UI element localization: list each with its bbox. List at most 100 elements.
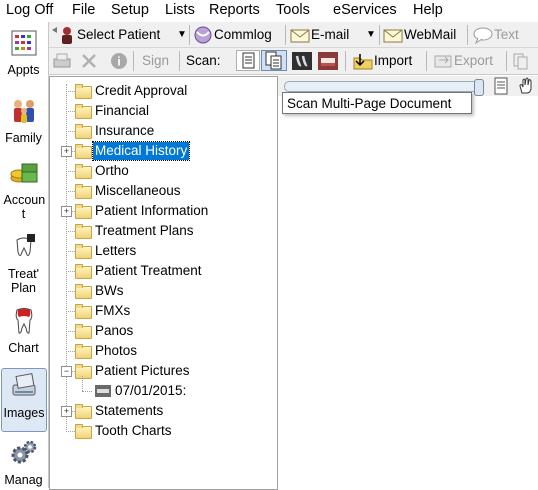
patient-icon: [52, 27, 72, 45]
photo-icon: [318, 52, 338, 71]
commlog-icon: [194, 26, 212, 44]
menu-bar: Log Off File Setup Lists Reports Tools e…: [0, 0, 538, 22]
tree-folder-item[interactable]: BWs: [50, 282, 275, 300]
separator: [467, 25, 468, 45]
folder-icon: [75, 364, 92, 379]
select-patient-label: Select Patient: [77, 27, 161, 42]
printer-icon: [53, 53, 71, 68]
tree-folder-item[interactable]: Financial: [50, 102, 275, 120]
select-patient-button[interactable]: Select Patient: [51, 24, 160, 45]
envelope-icon: [290, 29, 310, 43]
tree-connector: [82, 391, 92, 392]
zoom-slider-handle[interactable]: [474, 79, 484, 96]
tree-folder-item[interactable]: Miscellaneous: [50, 182, 275, 200]
tree-folder-item[interactable]: Letters: [50, 242, 275, 260]
folder-icon: [75, 284, 92, 299]
tree-item-label: Panos: [95, 323, 134, 338]
module-appts[interactable]: Appts: [0, 28, 47, 77]
tree-item-label: Insurance: [95, 123, 155, 138]
pan-button[interactable]: [516, 77, 536, 98]
view-document-button[interactable]: [492, 77, 510, 98]
image-thumbnail-icon: [95, 385, 111, 397]
expand-icon[interactable]: +: [61, 406, 72, 417]
folder-tree[interactable]: Credit Approval Financial Insurance + Medica…: [49, 76, 278, 490]
scan-multi-page-button[interactable]: [261, 50, 287, 71]
module-treat-plan[interactable]: Treat' Plan: [0, 232, 47, 295]
scan-xray-button[interactable]: [291, 50, 313, 71]
folder-icon: [75, 424, 92, 439]
menu-file[interactable]: File: [72, 2, 95, 18]
tooltip: Scan Multi-Page Document: [282, 92, 472, 114]
images-toolbar: i Sign Scan: Import Export: [49, 48, 538, 75]
tree-folder-item[interactable]: Photos: [50, 342, 275, 360]
tree-folder-item[interactable]: Tooth Charts: [50, 422, 275, 440]
separator: [133, 51, 134, 71]
tree-connector: [82, 376, 83, 391]
scan-document-button[interactable]: [236, 50, 260, 71]
tooth-icon: [15, 308, 32, 334]
tree-child-item[interactable]: 07/01/2015:: [50, 376, 275, 400]
tree-folder-item[interactable]: + Medical History: [50, 141, 275, 161]
info-button[interactable]: i: [109, 50, 129, 71]
commlog-button[interactable]: Commlog: [192, 24, 272, 45]
expand-icon[interactable]: +: [61, 146, 72, 157]
multi-page-icon: [265, 51, 282, 70]
module-label: Accoun t: [3, 193, 46, 221]
copy-button[interactable]: [511, 50, 531, 71]
delete-x-icon: [82, 54, 96, 69]
email-label: E-mail: [311, 27, 350, 42]
module-label: Family: [5, 131, 42, 145]
expand-icon[interactable]: +: [61, 206, 72, 217]
module-manage[interactable]: Manag: [0, 438, 47, 487]
menu-eservices[interactable]: eServices: [333, 2, 397, 18]
webmail-label: WebMail: [404, 27, 457, 42]
export-button[interactable]: Export: [432, 50, 493, 71]
delete-button[interactable]: [79, 50, 99, 71]
tree-folder-item[interactable]: Patient Treatment: [50, 262, 275, 280]
tree-folder-item[interactable]: FMXs: [50, 302, 275, 320]
collapse-icon[interactable]: −: [61, 366, 72, 377]
tree-folder-item[interactable]: + Statements: [50, 402, 275, 420]
treatment-plan-icon: [15, 234, 35, 256]
module-account[interactable]: Accoun t: [0, 158, 47, 221]
tree-folder-item[interactable]: Treatment Plans: [50, 222, 275, 240]
tree-folder-item[interactable]: Panos: [50, 322, 275, 340]
menu-reports[interactable]: Reports: [209, 2, 260, 18]
folder-icon: [75, 344, 92, 359]
tree-folder-item[interactable]: − Patient Pictures: [50, 362, 275, 380]
module-images[interactable]: Images: [1, 368, 47, 432]
folder-icon: [75, 124, 92, 139]
separator: [379, 25, 380, 45]
menu-tools[interactable]: Tools: [276, 2, 310, 18]
email-dropdown-icon[interactable]: ▼: [366, 24, 376, 45]
menu-setup[interactable]: Setup: [111, 2, 149, 18]
menu-lists[interactable]: Lists: [165, 2, 195, 18]
scan-label: Scan:: [186, 53, 221, 68]
tree-folder-item[interactable]: Credit Approval: [50, 82, 275, 100]
zoom-slider[interactable]: [284, 79, 484, 96]
menu-log-off[interactable]: Log Off: [6, 2, 53, 18]
separator: [506, 51, 507, 71]
tree-folder-item[interactable]: Ortho: [50, 162, 275, 180]
webmail-button[interactable]: WebMail: [382, 24, 456, 45]
tree-folder-item[interactable]: + Patient Information: [50, 202, 275, 220]
info-icon: i: [111, 53, 127, 70]
import-label: Import: [374, 53, 413, 68]
select-patient-dropdown-icon[interactable]: ▼: [177, 24, 187, 45]
import-button[interactable]: Import: [352, 50, 412, 71]
gears-icon: [11, 440, 36, 464]
text-button[interactable]: Text: [472, 24, 519, 45]
email-button[interactable]: E-mail: [289, 24, 349, 45]
menu-help[interactable]: Help: [413, 2, 443, 18]
module-family[interactable]: Family: [0, 96, 47, 145]
scan-photo-button[interactable]: [317, 50, 339, 71]
main-toolbar: Select Patient ▼ Commlog E-mail ▼ WebMai…: [49, 22, 538, 48]
image-viewer[interactable]: [278, 76, 538, 488]
print-button[interactable]: [52, 50, 72, 71]
module-chart[interactable]: Chart: [0, 306, 47, 355]
tree-folder-item[interactable]: Insurance: [50, 122, 275, 140]
tree-item-label: Tooth Charts: [95, 423, 172, 438]
sign-button[interactable]: Sign: [142, 50, 169, 71]
text-label: Text: [494, 27, 519, 42]
tree-item-label: Miscellaneous: [95, 183, 181, 198]
